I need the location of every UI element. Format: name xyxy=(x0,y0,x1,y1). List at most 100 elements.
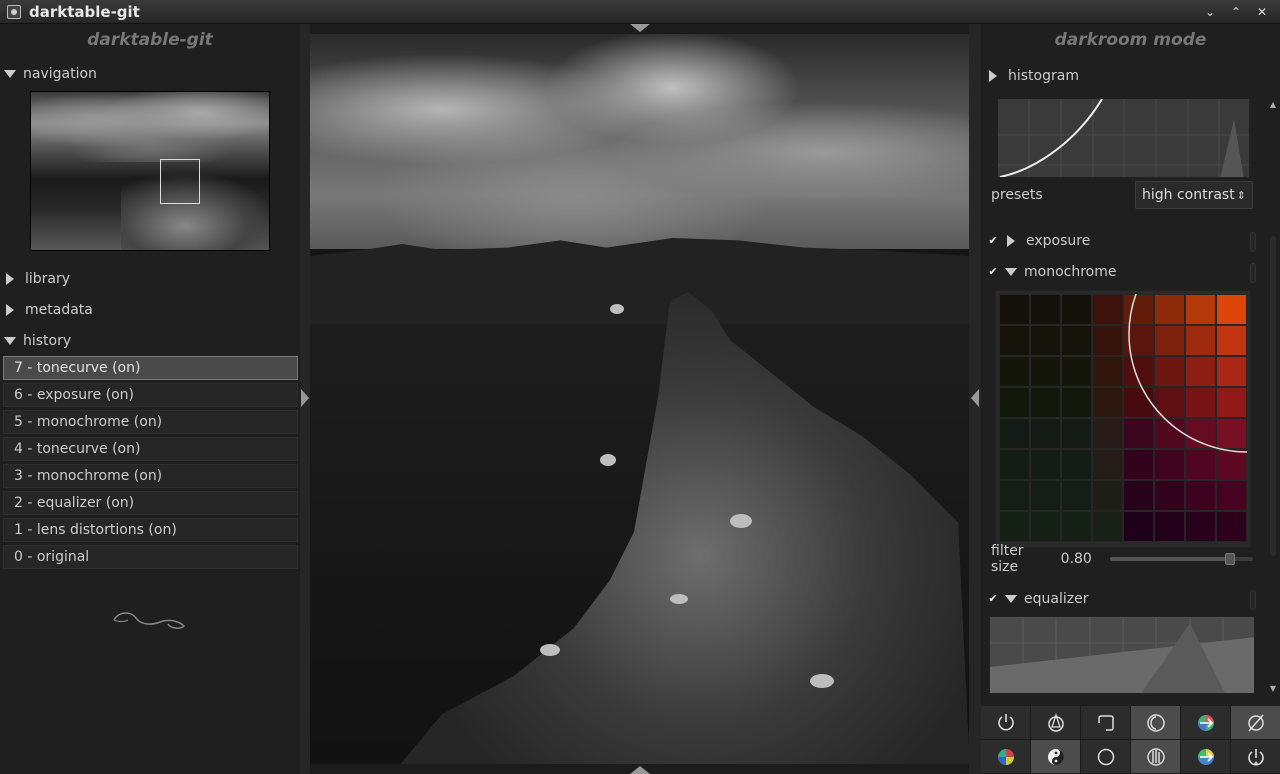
equalizer-plot xyxy=(990,617,1254,693)
right-panel: darkroom mode histogram presets high con… xyxy=(981,24,1280,774)
colorwheel-icon xyxy=(997,748,1014,765)
minimize-chevron-down-icon[interactable]: ⌄ xyxy=(1200,3,1220,21)
history-item[interactable]: 4 - tonecurve (on) xyxy=(3,437,298,461)
right-panel-header: darkroom mode xyxy=(1054,30,1207,50)
color-filter-grid xyxy=(999,294,1247,542)
collapse-left-arrow-icon[interactable] xyxy=(301,389,309,407)
collapsed-triangle-icon xyxy=(6,272,14,285)
presets-value: high contrast xyxy=(1142,187,1235,203)
image-highlight xyxy=(610,304,624,314)
scroll-up-arrow-icon[interactable]: ▲ xyxy=(1268,100,1278,110)
collapse-top-arrow-icon[interactable] xyxy=(630,24,650,32)
module-group-button[interactable] xyxy=(1231,740,1280,774)
navigation-viewport-rectangle[interactable] xyxy=(160,159,200,204)
module-group-button-active[interactable] xyxy=(1131,706,1181,740)
presets-row: presets high contrast ⇕ xyxy=(991,180,1253,210)
filter-size-row: filter size 0.80 xyxy=(991,543,1253,575)
app-icon xyxy=(7,4,21,19)
slider-fill xyxy=(1109,557,1230,561)
image-highlight xyxy=(730,514,752,528)
expanded-triangle-icon xyxy=(4,69,16,78)
filter-circle-overlay xyxy=(1128,294,1247,453)
histogram-label: histogram xyxy=(1008,68,1079,84)
navigation-thumbnail[interactable] xyxy=(30,91,270,251)
module-group-button[interactable] xyxy=(1181,740,1231,774)
history-section-toggle[interactable]: history xyxy=(0,325,300,356)
monochrome-enable-checkbox[interactable]: ✔ xyxy=(987,266,999,278)
history-item[interactable]: 0 - original xyxy=(3,545,298,569)
module-equalizer[interactable]: ✔ equalizer xyxy=(987,586,1256,612)
yinyang-icon xyxy=(1047,748,1064,765)
history-item[interactable]: 1 - lens distortions (on) xyxy=(3,518,298,542)
image-highlight xyxy=(670,594,688,604)
history-list: 7 - tonecurve (on) 6 - exposure (on) 5 -… xyxy=(0,356,300,569)
monochrome-color-grid[interactable] xyxy=(995,290,1251,548)
histogram-hand-icon xyxy=(1146,747,1165,766)
presets-combobox[interactable]: high contrast ⇕ xyxy=(1135,181,1253,209)
window-title: darktable-git xyxy=(29,2,140,21)
module-group-button-active[interactable] xyxy=(1131,740,1181,774)
effects-group-icon xyxy=(1247,714,1264,731)
equalizer-label: equalizer xyxy=(1024,591,1089,607)
equalizer-enable-checkbox[interactable]: ✔ xyxy=(987,593,999,605)
left-panel-header: darktable-git xyxy=(87,30,213,50)
library-section-toggle[interactable]: library xyxy=(0,263,300,294)
filter-size-slider[interactable] xyxy=(1109,553,1253,565)
collapse-right-arrow-icon[interactable] xyxy=(971,389,979,407)
maximize-chevron-up-icon[interactable]: ⌃ xyxy=(1226,3,1246,21)
navigation-section-toggle[interactable]: navigation xyxy=(0,58,300,89)
history-item[interactable]: 5 - monochrome (on) xyxy=(3,410,298,434)
library-label: library xyxy=(25,270,71,287)
metadata-section-toggle[interactable]: metadata xyxy=(0,294,300,325)
presets-label: presets xyxy=(991,187,1043,203)
right-panel-edge[interactable] xyxy=(969,24,981,774)
tone-group-icon xyxy=(1146,713,1165,732)
module-group-button[interactable] xyxy=(1181,706,1231,740)
panel-end-ornament-icon xyxy=(113,612,186,629)
collapsed-triangle-icon xyxy=(6,303,14,316)
module-monochrome[interactable]: ✔ monochrome xyxy=(987,259,1256,285)
module-group-button-active[interactable] xyxy=(1231,706,1280,740)
tonecurve-graph[interactable] xyxy=(997,98,1250,178)
tonecurve-plot xyxy=(998,99,1249,177)
color-group-icon xyxy=(1197,714,1214,731)
main-image-canvas[interactable] xyxy=(310,34,969,764)
history-item[interactable]: 6 - exposure (on) xyxy=(3,383,298,407)
power-group-icon xyxy=(997,713,1014,730)
history-item[interactable]: 7 - tonecurve (on) xyxy=(3,356,298,380)
right-panel-scrollbar[interactable]: ▲ ▼ xyxy=(1268,100,1278,694)
left-panel-edge[interactable] xyxy=(300,24,310,774)
module-group-button[interactable] xyxy=(1081,740,1131,774)
module-group-button[interactable] xyxy=(981,706,1031,740)
exposure-enable-checkbox[interactable]: ✔ xyxy=(987,235,999,247)
collapse-bottom-arrow-icon[interactable] xyxy=(630,766,650,774)
module-group-button[interactable] xyxy=(1081,706,1131,740)
history-item[interactable]: 2 - equalizer (on) xyxy=(3,491,298,515)
history-label: history xyxy=(23,332,72,349)
equalizer-graph[interactable] xyxy=(989,616,1255,694)
history-item[interactable]: 3 - monochrome (on) xyxy=(3,464,298,488)
module-group-button[interactable] xyxy=(1031,706,1081,740)
basic-group-icon xyxy=(1047,712,1064,732)
crop-group-icon xyxy=(1097,714,1114,731)
image-highlight xyxy=(600,454,616,466)
window-controls: ⌄ ⌃ ✕ xyxy=(1200,3,1272,21)
filter-size-value: 0.80 xyxy=(1060,551,1092,567)
close-icon[interactable]: ✕ xyxy=(1252,3,1272,21)
slider-handle[interactable] xyxy=(1224,553,1235,565)
scroll-down-arrow-icon[interactable]: ▼ xyxy=(1268,684,1278,694)
collapsed-triangle-icon xyxy=(989,70,997,82)
module-group-button[interactable] xyxy=(981,740,1031,774)
module-grip xyxy=(1250,263,1256,283)
scrollbar-thumb[interactable] xyxy=(1270,236,1276,556)
color-arrow-icon xyxy=(1197,748,1214,765)
expanded-triangle-icon xyxy=(4,336,16,345)
module-group-toolbar xyxy=(981,706,1280,774)
module-group-button-active[interactable] xyxy=(1031,740,1081,774)
histogram-section-toggle[interactable]: histogram xyxy=(981,58,1280,94)
power-icon xyxy=(1247,748,1264,765)
metadata-label: metadata xyxy=(25,301,93,318)
title-bar: darktable-git ⌄ ⌃ ✕ xyxy=(0,0,1280,24)
module-exposure[interactable]: ✔ exposure xyxy=(987,228,1256,254)
image-highlight xyxy=(540,644,560,656)
